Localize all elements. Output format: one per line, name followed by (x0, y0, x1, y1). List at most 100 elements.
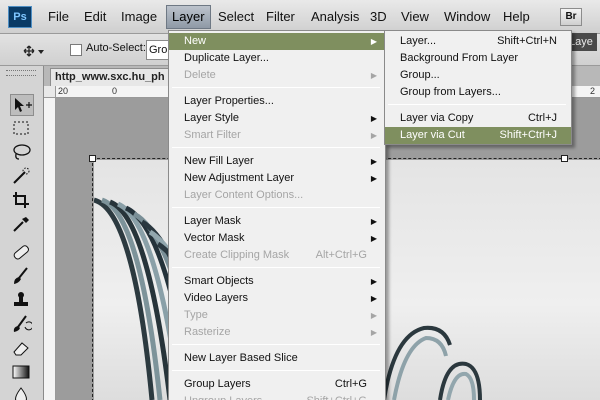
layer-menu-item-type[interactable]: Type ▶ (169, 307, 385, 324)
layer-menu-item-layer-mask[interactable]: Layer Mask ▶ (169, 213, 385, 230)
layer-menu-item-create-clipping-mask[interactable]: Create Clipping Mask Alt+Ctrl+G (169, 247, 385, 264)
document-tab[interactable]: http_www.sxc.hu_ph (50, 68, 174, 86)
menu-item-label: Ungroup Layers (184, 395, 262, 400)
layer-menu-item-group-layers[interactable]: Group Layers Ctrl+G (169, 376, 385, 393)
menu-separator (172, 87, 380, 88)
submenu-arrow-icon: ▶ (370, 114, 377, 123)
layer-menu-item-vector-mask[interactable]: Vector Mask ▶ (169, 230, 385, 247)
menu-separator (172, 370, 380, 371)
menu-item-label: Vector Mask (184, 232, 245, 244)
menu-item-shortcut: Alt+Ctrl+G (315, 249, 367, 261)
submenu-arrow-icon: ▶ (370, 71, 377, 80)
layer-menu-item-duplicate-layer[interactable]: Duplicate Layer... (169, 50, 385, 67)
new-submenu-item-layer-via-cut[interactable]: Layer via Cut Shift+Ctrl+J (385, 127, 571, 144)
menu-item-label: Layer Content Options... (184, 189, 304, 201)
photoshop-logo[interactable]: Ps (8, 6, 32, 28)
menu-item-label: New Layer Based Slice (184, 352, 298, 364)
layer-menu-item-ungroup-layers[interactable]: Ungroup Layers Shift+Ctrl+G (169, 393, 385, 400)
menu-item-label: Type (184, 309, 208, 321)
menu-item-label: New Adjustment Layer (184, 172, 295, 184)
menu-window[interactable]: Window (444, 0, 490, 34)
healing-brush-tool-icon[interactable] (10, 242, 34, 264)
vertical-ruler[interactable] (44, 98, 56, 400)
menu-item-label: Background From Layer (400, 52, 518, 64)
quick-selection-tool-icon[interactable] (10, 166, 34, 188)
layer-menu-item-layer-content-options[interactable]: Layer Content Options... (169, 187, 385, 204)
bridge-button[interactable]: Br (560, 8, 582, 26)
menu-view[interactable]: View (401, 0, 429, 34)
layer-menu-item-smart-filter[interactable]: Smart Filter ▶ (169, 127, 385, 144)
menu-item-shortcut: Shift+Ctrl+N (497, 35, 557, 47)
tools-panel (0, 66, 44, 400)
move-tool-icon[interactable] (10, 94, 34, 116)
layer-menu: New ▶ Duplicate Layer... Delete ▶ Layer Prope… (168, 30, 386, 400)
ruler-origin[interactable] (44, 86, 56, 98)
submenu-arrow-icon: ▶ (370, 294, 377, 303)
layer-menu-item-layer-properties[interactable]: Layer Properties... (169, 93, 385, 110)
menu-item-shortcut: Ctrl+G (334, 378, 367, 390)
auto-select-checkbox[interactable] (70, 44, 82, 56)
menu-item-label: Layer... (400, 35, 437, 47)
new-submenu-item-background-from-layer[interactable]: Background From Layer (385, 50, 571, 67)
blur-tool-icon[interactable] (10, 386, 34, 400)
marquee-tool-icon[interactable] (10, 118, 34, 140)
menu-item-label: Group... (400, 69, 440, 81)
layer-menu-item-new-layer-based-slice[interactable]: New Layer Based Slice (169, 350, 385, 367)
menu-item-label: Smart Objects (184, 275, 254, 287)
menu-item-shortcut: Shift+Ctrl+G (306, 393, 367, 400)
menu-3d[interactable]: 3D (370, 0, 387, 34)
menu-item-label: Layer Properties... (184, 95, 274, 107)
menu-select[interactable]: Select (218, 0, 254, 34)
move-tool-preset-icon[interactable] (20, 42, 46, 60)
layer-menu-item-video-layers[interactable]: Video Layers ▶ (169, 290, 385, 307)
menu-edit[interactable]: Edit (84, 0, 106, 34)
layer-menu-item-new-fill-layer[interactable]: New Fill Layer ▶ (169, 153, 385, 170)
submenu-arrow-icon: ▶ (370, 131, 377, 140)
new-submenu-item-group[interactable]: Group... (385, 67, 571, 84)
menu-item-label: Delete (184, 69, 216, 81)
menu-item-label: Layer via Copy (400, 112, 474, 124)
menu-analysis[interactable]: Analysis (311, 0, 359, 34)
menu-item-label: Smart Filter (184, 129, 241, 141)
menu-file[interactable]: File (48, 0, 69, 34)
gradient-tool-icon[interactable] (10, 362, 34, 384)
submenu-arrow-icon: ▶ (370, 277, 377, 286)
layer-menu-item-new[interactable]: New ▶ (169, 33, 385, 50)
menu-separator (172, 207, 380, 208)
panel-grip[interactable] (6, 70, 36, 76)
menu-item-label: Layer via Cut (400, 129, 465, 141)
ruler-label: 0 (112, 86, 118, 96)
menu-separator (388, 104, 566, 105)
ruler-label: 2 (590, 86, 596, 96)
brush-tool-icon[interactable] (10, 266, 34, 288)
submenu-arrow-icon: ▶ (370, 37, 377, 46)
menu-item-shortcut: Ctrl+J (527, 112, 557, 124)
new-submenu-item-group-from-layers[interactable]: Group from Layers... (385, 84, 571, 101)
layer-menu-item-new-adjustment-layer[interactable]: New Adjustment Layer ▶ (169, 170, 385, 187)
submenu-arrow-icon: ▶ (370, 234, 377, 243)
menu-item-label: Group from Layers... (400, 86, 501, 98)
menu-separator (172, 344, 380, 345)
lasso-tool-icon[interactable] (10, 142, 34, 164)
eyedropper-tool-icon[interactable] (10, 214, 34, 236)
layer-menu-item-layer-style[interactable]: Layer Style ▶ (169, 110, 385, 127)
crop-tool-icon[interactable] (10, 190, 34, 212)
menu-item-label: New (184, 35, 207, 47)
menu-filter[interactable]: Filter (266, 0, 295, 34)
eraser-tool-icon[interactable] (10, 338, 34, 360)
menu-item-shortcut: Shift+Ctrl+J (499, 129, 557, 141)
submenu-arrow-icon: ▶ (370, 311, 377, 320)
layer-menu-item-rasterize[interactable]: Rasterize ▶ (169, 324, 385, 341)
menu-separator (172, 267, 380, 268)
clone-stamp-tool-icon[interactable] (10, 290, 34, 312)
menu-help[interactable]: Help (503, 0, 530, 34)
new-submenu-item-layer[interactable]: Layer... Shift+Ctrl+N (385, 33, 571, 50)
new-submenu-item-layer-via-copy[interactable]: Layer via Copy Ctrl+J (385, 110, 571, 127)
menu-image[interactable]: Image (121, 0, 157, 34)
layer-menu-item-delete[interactable]: Delete ▶ (169, 67, 385, 84)
transform-handle[interactable] (89, 155, 96, 162)
menu-layer[interactable]: Layer (166, 5, 211, 29)
history-brush-tool-icon[interactable] (10, 314, 34, 336)
transform-handle[interactable] (561, 155, 568, 162)
layer-menu-item-smart-objects[interactable]: Smart Objects ▶ (169, 273, 385, 290)
